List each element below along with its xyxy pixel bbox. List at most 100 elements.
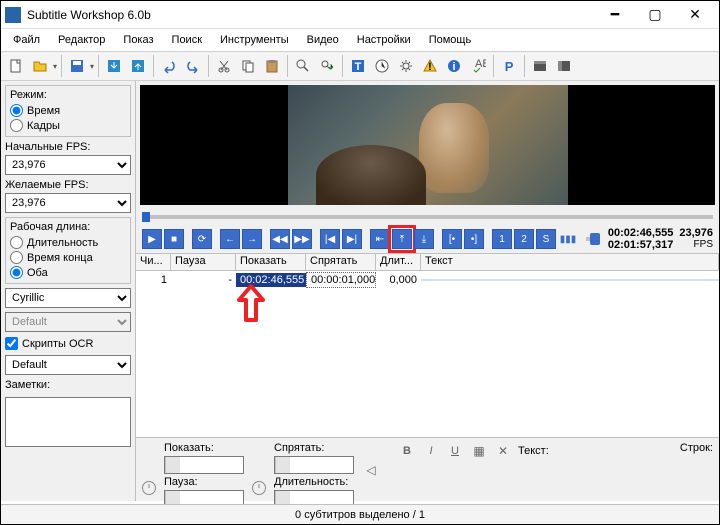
set-hide-time-button[interactable]: ⤓ [414,229,434,249]
col-num[interactable]: Чи... [136,254,171,270]
sync-2-button[interactable]: 2 [514,229,534,249]
stop-button[interactable]: ■ [164,229,184,249]
forward-button[interactable]: ▶▶ [292,229,312,249]
add-sync-button[interactable]: S [536,229,556,249]
export-button[interactable] [127,55,149,77]
next-sub-button[interactable]: ▶| [342,229,362,249]
svg-text:T: T [355,61,362,73]
menu-edit[interactable]: Редактор [50,32,113,48]
play-button[interactable]: ▶ [142,229,162,249]
save-button[interactable] [66,55,88,77]
notes-field[interactable] [5,397,131,447]
text-tool-button[interactable]: T [347,55,369,77]
color-button[interactable]: ▦ [470,442,488,460]
open-file-button[interactable] [29,55,51,77]
edit-panel: Показать: Пауза: Спрятать: Длительность:… [136,437,719,501]
copy-button[interactable] [237,55,259,77]
minimize-button[interactable]: ━ [595,1,635,29]
mark-in-button[interactable]: [• [442,229,462,249]
charset-select[interactable]: Cyrillic [5,288,131,308]
menu-help[interactable]: Помощь [421,32,480,48]
work-duration-radio[interactable]: Длительность [10,235,126,250]
pause-field-label: Пауза: [164,476,244,488]
nav-prev-icon[interactable]: ◁ [362,461,380,479]
clock-icon [142,481,156,495]
desired-fps-select[interactable]: 23,976 [5,193,131,213]
underline-button[interactable]: U [446,442,464,460]
col-pause[interactable]: Пауза [171,254,236,270]
ocr-checkbox[interactable]: Скрипты OCR [5,336,131,351]
undo-button[interactable] [158,55,180,77]
bold-button[interactable]: B [398,442,416,460]
sync-1-button[interactable]: 1 [492,229,512,249]
cell-hide-time[interactable]: 00:00:01,000 [306,272,376,288]
font-select[interactable]: Default [5,312,131,332]
volume-slider[interactable] [586,237,600,241]
rewind-button[interactable]: ◀◀ [270,229,290,249]
video-preview[interactable] [140,85,715,205]
lines-label: Строк: [680,442,713,454]
seek-bar[interactable] [142,215,713,219]
work-length-label: Рабочая длина: [10,221,126,233]
close-button[interactable]: ✕ [675,1,715,29]
clock-button[interactable] [371,55,393,77]
grid-header: Чи... Пауза Показать Спрятать Длит... Те… [136,253,719,271]
list-panel-button[interactable] [553,55,575,77]
info-button[interactable]: i [443,55,465,77]
menu-search[interactable]: Поиск [164,32,210,48]
app-icon [5,7,21,23]
next-frame-button[interactable]: → [242,229,262,249]
redo-button[interactable] [182,55,204,77]
cut-button[interactable] [213,55,235,77]
input-fps-select[interactable]: 23,976 [5,155,131,175]
mode-time-radio[interactable]: Время [10,103,126,118]
prev-frame-button[interactable]: ← [220,229,240,249]
clear-format-button[interactable]: ✕ [494,442,512,460]
window-title: Subtitle Workshop 6.0b [27,8,151,22]
menu-view[interactable]: Показ [115,32,161,48]
current-timecode: 00:02:46,555 [608,227,673,239]
status-text: 0 субтитров выделено / 1 [295,509,425,521]
input-fps-label: Начальные FPS: [5,141,131,153]
col-dur[interactable]: Длит... [376,254,421,270]
set-show-time-button[interactable]: ⤒ [392,229,412,249]
import-button[interactable] [103,55,125,77]
work-endtime-radio[interactable]: Время конца [10,250,126,265]
pascal-button[interactable]: P [498,55,520,77]
italic-button[interactable]: I [422,442,440,460]
spellcheck-button[interactable]: ABC [467,55,489,77]
cell-show-time[interactable]: 00:02:46,555 [236,273,306,287]
search-down-button[interactable] [316,55,338,77]
new-file-button[interactable] [5,55,27,77]
prev-sub-button[interactable]: |◀ [320,229,340,249]
warning-button[interactable]: ! [419,55,441,77]
gear-button[interactable] [395,55,417,77]
menu-settings[interactable]: Настройки [349,32,419,48]
scroll-toggle-button[interactable]: ⟳ [192,229,212,249]
ocr-select[interactable]: Default [5,355,131,375]
maximize-button[interactable]: ▢ [635,1,675,29]
mark-out-button[interactable]: •] [464,229,484,249]
total-timecode: 02:01:57,317 [608,239,673,251]
grid-body[interactable]: 1 - 00:02:46,555 00:00:01,000 0,000 [136,271,719,437]
menu-file[interactable]: Файл [5,32,48,48]
set-start-button[interactable]: ⇤ [370,229,390,249]
paste-button[interactable] [261,55,283,77]
menu-video[interactable]: Видео [299,32,347,48]
col-hide[interactable]: Спрятать [306,254,376,270]
hide-field[interactable] [274,456,354,474]
menu-tools[interactable]: Инструменты [212,32,297,48]
table-row[interactable]: 1 - 00:02:46,555 00:00:01,000 0,000 [136,271,719,289]
fps-value: 23,976 [679,227,713,239]
hide-field-label: Спрятать: [274,442,354,454]
work-both-radio[interactable]: Оба [10,265,126,280]
col-show[interactable]: Показать [236,254,306,270]
statusbar: 0 субтитров выделено / 1 [1,504,719,524]
show-field[interactable] [164,456,244,474]
volume-icon[interactable]: ▮▮▮ [558,229,578,249]
mode-frames-radio[interactable]: Кадры [10,118,126,133]
col-text[interactable]: Текст [421,254,719,270]
menubar: Файл Редактор Показ Поиск Инструменты Ви… [1,29,719,51]
search-button[interactable] [292,55,314,77]
video-panel-button[interactable] [529,55,551,77]
